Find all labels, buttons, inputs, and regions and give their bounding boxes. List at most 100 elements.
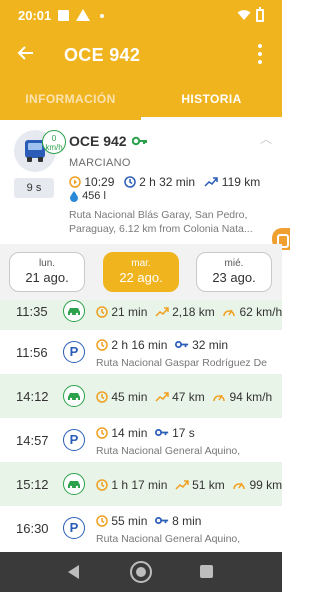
day-selector: lun. 21 ago. mar. 22 ago. mié. 23 ago.	[0, 244, 282, 300]
speedometer-icon	[223, 309, 235, 316]
warning-icon	[76, 9, 90, 21]
row-duration: 2 h 16 min	[111, 337, 168, 352]
timeline-row-trip[interactable]: 11:35 21 min 2,18 km 62 km/h	[0, 300, 282, 330]
row-place: Ruta Nacional General Aquino,	[96, 445, 241, 457]
row-time: 11:56	[16, 345, 48, 360]
key-icon	[132, 136, 147, 146]
timeline-row-stop[interactable]: 16:30 P 55 min 8 min Ruta Nacional Gener…	[0, 506, 282, 552]
distance-trend-icon	[175, 480, 189, 490]
clock-icon	[96, 427, 108, 439]
row-time: 15:12	[16, 477, 49, 492]
row-duration: 21 min	[111, 304, 148, 319]
timeline-row-stop[interactable]: 14:57 P 14 min 17 s Ruta Nacional Genera…	[0, 418, 282, 462]
row-duration: 14 min	[111, 425, 148, 440]
row-ignition: 8 min	[172, 513, 202, 528]
row-time: 14:57	[16, 433, 49, 448]
row-info: 21 min 2,18 km 62 km/h	[96, 304, 282, 319]
duration: 2 h 32 min	[139, 174, 196, 189]
row-duration: 55 min	[111, 513, 148, 528]
row-avg-speed: 62 km/h	[239, 304, 282, 319]
more-vertical-icon	[258, 44, 262, 48]
start-clock-icon	[69, 176, 81, 188]
speed-value: 0	[51, 134, 57, 143]
system-nav-bar	[0, 552, 282, 592]
car-icon	[63, 385, 85, 407]
arrow-left-icon	[17, 46, 33, 60]
vehicle-stats: 10:29 2 h 32 min 119 km	[69, 174, 260, 189]
tab-bar: INFORMACIÓN HISTORIA	[0, 78, 282, 120]
timeline-row-trip[interactable]: 14:12 45 min 47 km 94 km/h	[0, 374, 282, 418]
system-home-button[interactable]	[130, 561, 152, 583]
row-duration: 45 min	[111, 389, 148, 404]
row-info: 55 min 8 min	[96, 513, 201, 528]
row-time: 16:30	[16, 521, 49, 536]
timeline-row-trip[interactable]: 15:12 1 h 17 min 51 km 99 km/h	[0, 462, 282, 506]
clock-icon	[96, 515, 108, 527]
clock-icon	[96, 306, 108, 318]
row-avg-speed: 94 km/h	[229, 389, 273, 404]
tab-informacion[interactable]: INFORMACIÓN	[0, 78, 141, 120]
key-icon	[154, 429, 168, 437]
car-icon	[63, 473, 85, 495]
day-button-selected[interactable]: mar. 22 ago.	[103, 252, 179, 292]
drop-icon	[70, 191, 78, 203]
wifi-icon	[237, 10, 251, 20]
day-button-prev[interactable]: lun. 21 ago.	[9, 252, 85, 292]
vehicle-plate: OCE 942	[69, 133, 127, 149]
distance-trend-icon	[155, 307, 169, 317]
start-time: 10:29	[84, 174, 115, 189]
key-icon	[174, 341, 188, 349]
row-info: 45 min 47 km 94 km/h	[96, 389, 272, 404]
speedometer-icon	[213, 394, 225, 401]
row-ignition: 17 s	[172, 425, 195, 440]
vehicle-address: Ruta Nacional Blás Garay, San Pedro, Par…	[69, 209, 253, 235]
distance: 119 km	[221, 174, 261, 189]
speed-badge: 0 km/h	[42, 130, 66, 154]
last-update-badge: 9 s	[14, 178, 54, 198]
row-place: Ruta Nacional General Aquino,	[96, 533, 241, 545]
distance-trend-icon	[155, 392, 169, 402]
row-duration: 1 h 17 min	[111, 477, 168, 492]
clock-icon	[96, 391, 108, 403]
notification-dot-icon	[100, 14, 104, 18]
more-options-button[interactable]	[254, 44, 266, 64]
fuel-info: 456 l	[69, 190, 106, 203]
parking-icon: P	[63, 429, 85, 451]
row-info: 14 min 17 s	[96, 425, 195, 440]
row-distance: 47 km	[172, 389, 205, 404]
timeline-row-stop[interactable]: 11:56 P 2 h 16 min 32 min Ruta Nacional …	[0, 330, 282, 374]
row-info: 1 h 17 min 51 km 99 km/h	[96, 477, 282, 492]
system-back-button[interactable]	[68, 565, 79, 579]
row-time: 11:35	[16, 304, 48, 319]
parking-icon: P	[63, 341, 85, 363]
system-recents-button[interactable]	[200, 565, 213, 578]
row-avg-speed: 99 km/h	[249, 477, 282, 492]
driver-name: MARCIANO	[69, 157, 131, 169]
collapse-chevron-icon[interactable]: ︿	[260, 130, 272, 147]
row-distance: 2,18 km	[172, 304, 215, 319]
status-time: 20:01	[18, 8, 52, 23]
speedometer-icon	[233, 482, 245, 489]
app-bar: OCE 942	[0, 32, 282, 78]
key-icon	[154, 517, 168, 525]
distance-trend-icon	[204, 177, 219, 187]
row-ignition: 32 min	[192, 337, 229, 352]
car-icon	[63, 300, 85, 322]
clock-icon	[123, 176, 136, 188]
clock-icon	[96, 479, 108, 491]
row-time: 14:12	[16, 389, 49, 404]
back-button[interactable]	[14, 41, 38, 67]
parking-icon: P	[63, 517, 85, 539]
row-info: 2 h 16 min 32 min	[96, 337, 228, 352]
clock-icon	[96, 339, 108, 351]
day-button-next[interactable]: mié. 23 ago.	[196, 252, 272, 292]
history-timeline[interactable]: 11:35 21 min 2,18 km 62 km/h 11:56 P 2 h…	[0, 300, 282, 552]
fuel-value: 456 l	[82, 190, 106, 203]
speed-unit: km/h	[45, 143, 63, 152]
row-place: Ruta Nacional Gaspar Rodríguez De	[96, 357, 268, 369]
notification-square-icon	[58, 10, 69, 21]
tab-historia[interactable]: HISTORIA	[141, 78, 282, 120]
battery-icon	[256, 7, 264, 22]
row-distance: 51 km	[192, 477, 225, 492]
status-bar: 20:01	[0, 0, 282, 32]
